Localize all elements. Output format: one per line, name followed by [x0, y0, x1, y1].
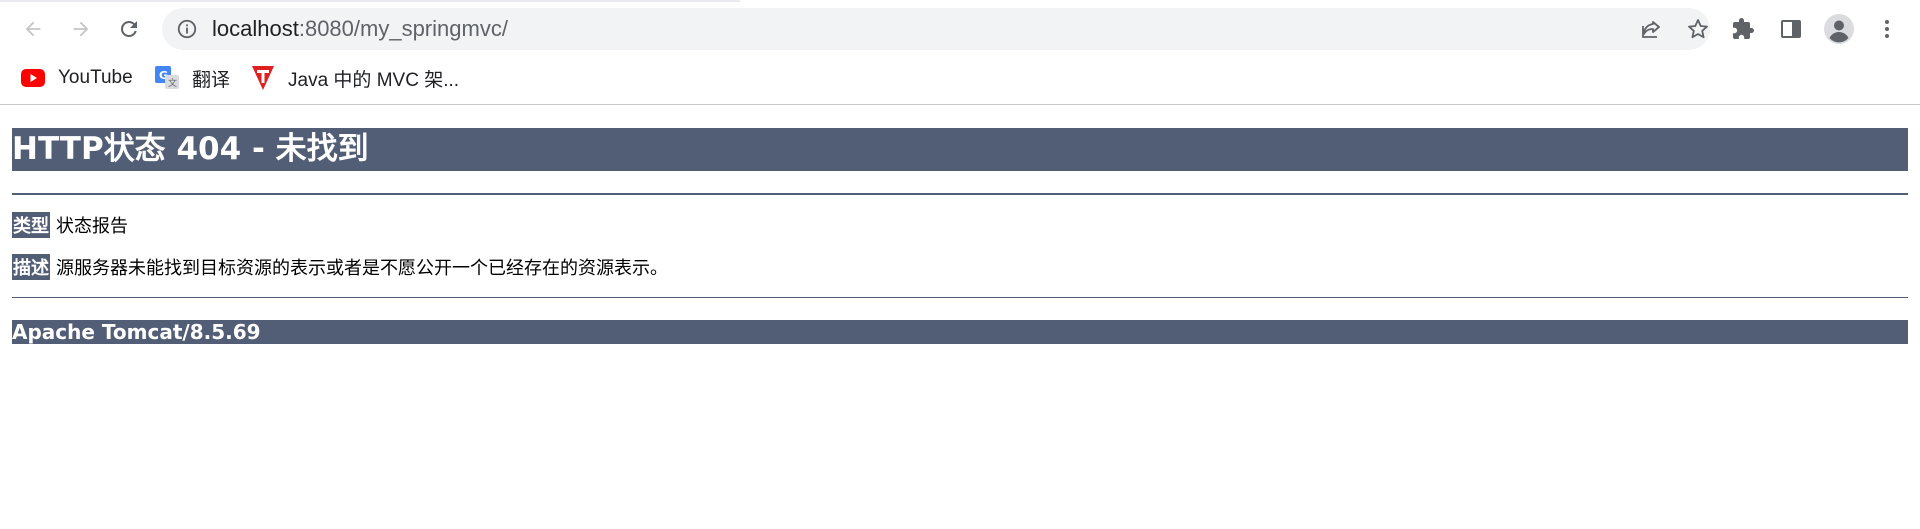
browser-chrome: localhost:8080/my_springmvc/ YouTube G文 … — [0, 0, 1920, 105]
bookmark-label: 翻译 — [192, 69, 231, 91]
bookmark-label: YouTube — [58, 67, 133, 88]
address-bar[interactable]: localhost:8080/my_springmvc/ — [162, 8, 1710, 50]
server-footer: Apache Tomcat/8.5.69 — [12, 320, 1908, 344]
site-info-icon[interactable] — [176, 18, 198, 40]
star-icon — [1688, 19, 1708, 39]
share-icon — [1642, 21, 1660, 38]
description-row: 描述 源服务器未能找到目标资源的表示或者是不愿公开一个已经存在的资源表示。 — [12, 254, 668, 280]
youtube-icon — [20, 65, 46, 91]
avatar-icon — [1824, 14, 1854, 44]
bookmark-youtube[interactable]: YouTube — [20, 60, 133, 96]
forward-button[interactable] — [62, 10, 100, 48]
bookmark-star-button[interactable] — [1681, 12, 1715, 46]
bookmark-translate[interactable]: G文 翻译 — [154, 60, 230, 96]
side-panel-icon — [1781, 20, 1801, 38]
type-row: 类型 状态报告 — [12, 212, 128, 238]
url-path: :8080/my_springmvc/ — [298, 16, 508, 41]
divider — [12, 193, 1908, 195]
share-button[interactable] — [1634, 12, 1668, 46]
url-text[interactable]: localhost:8080/my_springmvc/ — [212, 8, 508, 50]
bookmark-java-mvc[interactable]: Java 中的 MVC 架... — [250, 60, 459, 96]
back-arrow-icon — [25, 21, 41, 37]
url-host: localhost — [212, 16, 299, 41]
bookmark-label: Java 中的 MVC 架... — [288, 69, 460, 91]
side-panel-button[interactable] — [1772, 10, 1810, 48]
google-translate-icon: G文 — [154, 65, 180, 91]
reload-icon — [120, 20, 137, 37]
reload-button[interactable] — [110, 10, 148, 48]
tab-strip-line — [0, 0, 740, 2]
page-title: HTTP状态 404 - 未找到 — [12, 128, 1908, 171]
extensions-button[interactable] — [1724, 10, 1762, 48]
forward-arrow-icon — [73, 21, 89, 37]
red-t-logo-icon — [250, 65, 276, 91]
divider — [12, 297, 1908, 298]
puzzle-icon — [1733, 18, 1754, 39]
profile-button[interactable] — [1820, 10, 1858, 48]
type-label: 类型 — [12, 212, 50, 238]
type-value: 状态报告 — [56, 216, 128, 236]
kebab-menu-icon — [1885, 20, 1889, 38]
description-value: 源服务器未能找到目标资源的表示或者是不愿公开一个已经存在的资源表示。 — [56, 258, 668, 278]
menu-button[interactable] — [1868, 10, 1906, 48]
description-label: 描述 — [12, 254, 50, 280]
back-button[interactable] — [14, 10, 52, 48]
svg-text:文: 文 — [168, 77, 177, 89]
